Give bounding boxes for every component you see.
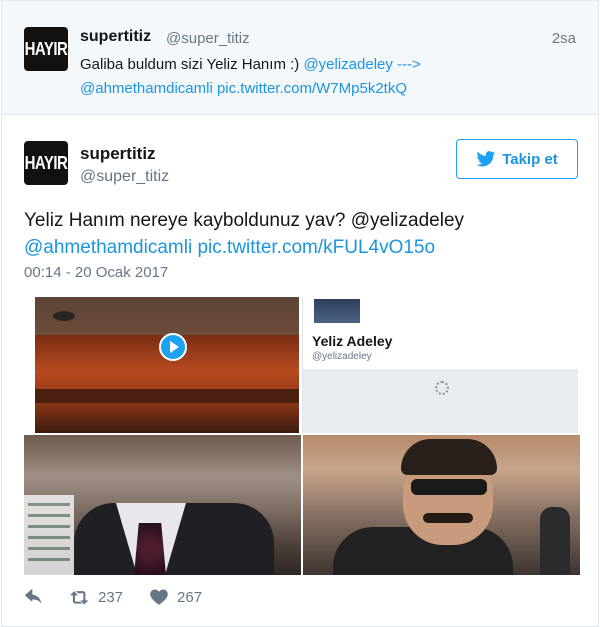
- media-photo[interactable]: [24, 435, 301, 575]
- profile-name: Yeliz Adeley: [312, 333, 393, 349]
- scene-rim: [35, 389, 299, 403]
- scene-tie: [134, 523, 166, 575]
- heart-icon: [150, 589, 168, 605]
- avatar-label: HAYIR: [24, 152, 68, 174]
- play-icon[interactable]: [159, 333, 187, 361]
- avatar[interactable]: HAYIR: [24, 141, 68, 185]
- profile-handle: @yelizadeley: [312, 351, 372, 362]
- avatar: [312, 297, 362, 325]
- author-name[interactable]: supertitiz: [80, 144, 156, 164]
- scene-mic: [53, 311, 75, 321]
- parent-tweet[interactable]: HAYIR supertitiz @super_titiz 2sa Galiba…: [2, 1, 598, 115]
- twitter-bird-icon: [476, 151, 496, 167]
- scene-overlay-panel: [24, 495, 74, 575]
- tweet-text: Galiba buldum sizi Yeliz Hanım :) @yeliz…: [80, 53, 560, 101]
- author-handle[interactable]: @super_titiz: [80, 168, 169, 186]
- tweet-embed: HAYIR supertitiz @super_titiz 2sa Galiba…: [1, 0, 599, 627]
- follow-label: Takip et: [502, 150, 558, 168]
- mention-link[interactable]: @ahmethamdicamli: [80, 80, 213, 97]
- reply-button[interactable]: [24, 588, 44, 606]
- retweet-count: 237: [98, 588, 124, 606]
- media-video-thumbnail[interactable]: [35, 297, 299, 433]
- pic-link[interactable]: pic.twitter.com/W7Mp5k2tkQ: [217, 80, 407, 97]
- tweet-text-body: Galiba buldum sizi Yeliz Hanım :): [80, 56, 304, 73]
- avatar[interactable]: HAYIR: [24, 27, 68, 71]
- retweet-button[interactable]: 237: [70, 588, 123, 606]
- arrow-text: --->: [392, 56, 421, 73]
- like-count: 267: [177, 588, 203, 606]
- tweet-actions: 237 267: [24, 587, 228, 607]
- avatar-label: HAYIR: [24, 38, 68, 60]
- tweet-text-body: Yeliz Hanım nereye kayboldunuz yav?: [24, 210, 351, 231]
- follow-button[interactable]: Takip et: [456, 139, 578, 179]
- loading-band: [303, 369, 578, 433]
- media-photo[interactable]: [303, 435, 580, 575]
- scene-glasses: [411, 479, 487, 495]
- mention-link[interactable]: @yelizadeley: [351, 210, 464, 231]
- author-name[interactable]: supertitiz: [80, 28, 151, 46]
- media-grid: Yeliz Adeley @yelizadeley: [24, 297, 580, 575]
- pic-link[interactable]: pic.twitter.com/kFUL4vO15o: [197, 237, 435, 258]
- author-handle[interactable]: @super_titiz: [166, 30, 250, 47]
- mention-link[interactable]: @ahmethamdicamli: [24, 237, 192, 258]
- like-button[interactable]: 267: [149, 588, 202, 606]
- mention-link[interactable]: @yelizadeley: [303, 56, 392, 73]
- scene-background-person: [540, 507, 570, 575]
- scene-mustache: [423, 513, 473, 523]
- tweet-date[interactable]: 00:14 - 20 Ocak 2017: [24, 264, 168, 281]
- tweet-timestamp[interactable]: 2sa: [552, 30, 576, 47]
- loading-spinner-icon: [435, 381, 449, 395]
- scene-hair: [401, 439, 497, 475]
- tweet-text: Yeliz Hanım nereye kayboldunuz yav? @yel…: [24, 207, 580, 261]
- reply-icon: [24, 588, 42, 604]
- retweet-icon: [70, 591, 89, 605]
- media-profile-card[interactable]: Yeliz Adeley @yelizadeley: [302, 297, 578, 433]
